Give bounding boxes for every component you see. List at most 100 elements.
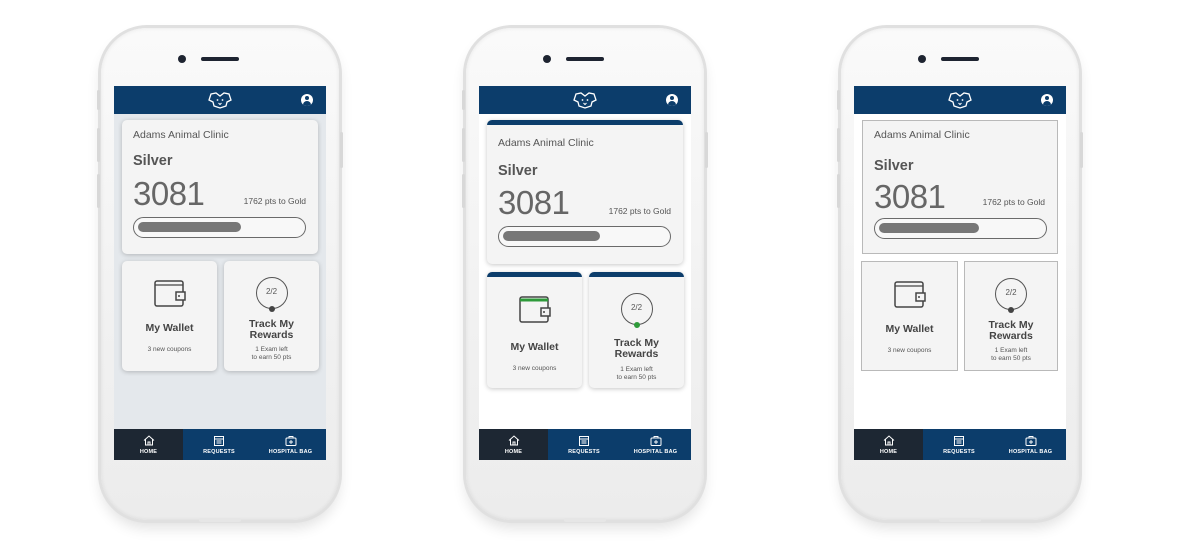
points-balance: 3081 [874, 178, 946, 215]
rewards-subtitle-line1: 1 Exam left [620, 366, 653, 373]
volume-down-button [462, 174, 465, 208]
mute-switch [462, 90, 465, 110]
dog-logo-icon[interactable] [572, 91, 598, 109]
calendar-icon [954, 435, 964, 446]
front-camera [178, 55, 186, 63]
rewards-subtitle-line2: to earn 50 pts [251, 354, 292, 361]
volume-up-button [462, 128, 465, 162]
rewards-subtitle-line2: to earn 50 pts [616, 374, 657, 381]
calendar-icon [214, 435, 224, 446]
clinic-name: Adams Animal Clinic [498, 137, 594, 149]
power-button [1080, 132, 1083, 168]
earpiece-speaker [566, 57, 604, 61]
calendar-icon [579, 435, 589, 446]
wallet-icon [518, 296, 551, 323]
bottom-nav: HOME REQUESTS HOSPITAL BAG [479, 429, 691, 460]
phone-mockup-1: Adams Animal Clinic Silver 3081 1762 pts… [97, 28, 343, 522]
ring-count: 2/2 [265, 287, 278, 296]
nav-home[interactable]: HOME [479, 429, 548, 460]
nav-hospital-bag[interactable]: HOSPITAL BAG [620, 429, 691, 460]
user-circle-icon[interactable] [666, 94, 678, 106]
app-header [479, 86, 691, 114]
volume-down-button [837, 174, 840, 208]
nav-home-label: HOME [139, 448, 158, 455]
tier-label: Silver [874, 158, 914, 174]
medical-bag-icon [650, 435, 661, 446]
nav-hospital-bag[interactable]: HOSPITAL BAG [995, 429, 1066, 460]
mute-switch [97, 90, 100, 110]
loyalty-card[interactable]: Adams Animal Clinic Silver 3081 1762 pts… [122, 120, 318, 254]
bottom-nav: HOME REQUESTS HOSPITAL BAG [854, 429, 1066, 460]
rewards-subtitle-line1: 1 Exam left [255, 346, 288, 353]
points-to-next-tier: 1762 pts to Gold [608, 206, 671, 216]
nav-hospital-bag-label: HOSPITAL BAG [633, 448, 678, 455]
rewards-subtitle-line2: to earn 50 pts [991, 355, 1031, 362]
ring-count: 2/2 [630, 303, 643, 312]
wallet-title: My Wallet [510, 341, 559, 353]
loyalty-card[interactable]: Adams Animal Clinic Silver 3081 1762 pts… [862, 120, 1058, 254]
tier-progress-bar [133, 217, 306, 238]
app-header [114, 86, 326, 114]
power-button [340, 132, 343, 168]
user-circle-icon[interactable] [301, 94, 313, 106]
app-screen: Adams Animal Clinic Silver 3081 1762 pts… [854, 86, 1066, 460]
tier-label: Silver [498, 163, 538, 179]
bottom-nav: HOME REQUESTS HOSPITAL BAG [114, 429, 326, 460]
tier-progress-bar [874, 218, 1047, 239]
phone-bottom-edge [199, 518, 241, 522]
nav-hospital-bag[interactable]: HOSPITAL BAG [255, 429, 326, 460]
nav-requests-label: REQUESTS [568, 448, 600, 455]
mute-switch [837, 90, 840, 110]
volume-up-button [97, 128, 100, 162]
loyalty-card[interactable]: Adams Animal Clinic Silver 3081 1762 pts… [487, 120, 683, 264]
earpiece-speaker [201, 57, 239, 61]
nav-requests[interactable]: REQUESTS [183, 429, 255, 460]
wallet-subtitle: 3 new coupons [512, 365, 557, 372]
nav-hospital-bag-label: HOSPITAL BAG [1008, 448, 1053, 455]
tier-progress-bar [498, 226, 671, 247]
phone-mockup-2: Adams Animal Clinic Silver 3081 1762 pts… [462, 28, 708, 522]
ring-indicator-dot [268, 306, 275, 312]
track-rewards-tile[interactable]: 2/2 Track My Rewards 1 Exam left to earn… [964, 261, 1058, 371]
house-icon [883, 434, 894, 445]
clinic-name: Adams Animal Clinic [874, 129, 970, 141]
rewards-subtitle: 1 Exam left to earn 50 pts [965, 347, 1057, 363]
wallet-title: My Wallet [885, 323, 934, 335]
points-balance: 3081 [498, 184, 570, 221]
dog-logo-icon[interactable] [947, 91, 973, 109]
dog-logo-icon[interactable] [207, 91, 233, 109]
nav-requests[interactable]: REQUESTS [548, 429, 620, 460]
app-screen: Adams Animal Clinic Silver 3081 1762 pts… [479, 86, 691, 460]
earpiece-speaker [941, 57, 979, 61]
rewards-subtitle-line1: 1 Exam left [994, 347, 1028, 354]
wallet-subtitle: 3 new coupons [147, 346, 192, 353]
front-camera [543, 55, 551, 63]
user-circle-icon[interactable] [1041, 94, 1053, 106]
nav-home[interactable]: HOME [854, 429, 923, 460]
my-wallet-tile[interactable]: My Wallet 3 new coupons [861, 261, 958, 371]
app-header [854, 86, 1066, 114]
wallet-icon [893, 281, 926, 308]
nav-hospital-bag-label: HOSPITAL BAG [268, 448, 313, 455]
medical-bag-icon [1025, 435, 1036, 446]
rewards-subtitle: 1 Exam left to earn 50 pts [224, 346, 319, 362]
nav-requests[interactable]: REQUESTS [923, 429, 995, 460]
wallet-title: My Wallet [145, 322, 194, 334]
my-wallet-tile[interactable]: My Wallet 3 new coupons [122, 261, 217, 371]
house-icon [143, 434, 154, 445]
rewards-title: Track My Rewards [224, 319, 319, 341]
nav-home-label: HOME [504, 448, 523, 455]
ring-count: 2/2 [1005, 288, 1017, 297]
clinic-name: Adams Animal Clinic [133, 129, 229, 141]
track-rewards-tile[interactable]: 2/2 Track My Rewards 1 Exam left to earn… [224, 261, 319, 371]
volume-up-button [837, 128, 840, 162]
ring-indicator-dot [1008, 307, 1014, 313]
progress-ring-icon: 2/2 [255, 277, 288, 312]
nav-home[interactable]: HOME [114, 429, 183, 460]
tier-progress-fill [503, 231, 600, 241]
my-wallet-tile[interactable]: My Wallet 3 new coupons [487, 272, 582, 388]
front-camera [918, 55, 926, 63]
points-to-next-tier: 1762 pts to Gold [243, 196, 306, 206]
track-rewards-tile[interactable]: 2/2 Track My Rewards 1 Exam left to earn… [589, 272, 684, 388]
points-balance: 3081 [133, 175, 205, 212]
